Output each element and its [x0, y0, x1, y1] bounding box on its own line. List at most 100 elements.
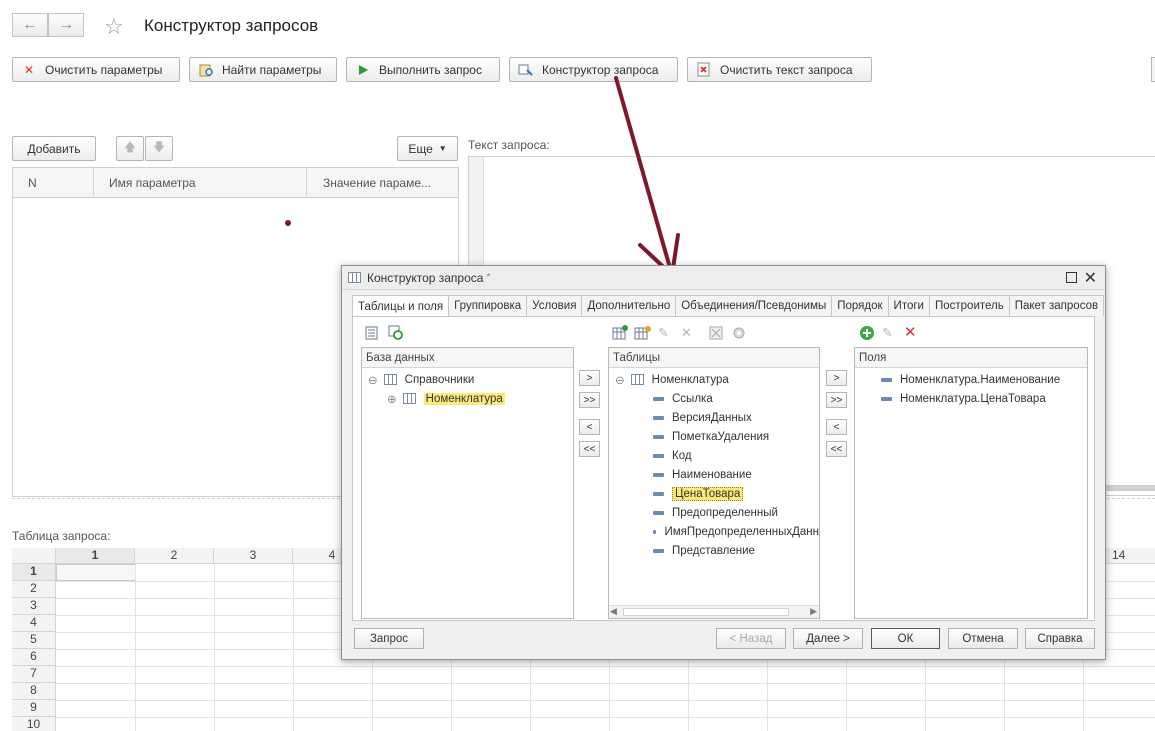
star-icon[interactable]: ☆ — [104, 14, 124, 40]
clear-query-text-button[interactable]: Очистить текст запроса — [687, 57, 872, 82]
collapse-icon[interactable]: ⊖ — [615, 373, 625, 387]
sheet-column-header[interactable]: 14 — [1102, 548, 1155, 564]
selected-cell[interactable] — [56, 564, 136, 581]
cancel-button[interactable]: Отмена — [948, 628, 1018, 649]
field-item[interactable]: Код — [653, 446, 692, 465]
find-params-button[interactable]: Найти параметры — [189, 57, 337, 82]
sheet-row-header[interactable]: 3 — [12, 598, 56, 615]
sheet-row-header[interactable]: 6 — [12, 649, 56, 666]
move-left-button[interactable]: < — [826, 419, 847, 435]
field-icon — [653, 415, 664, 420]
find-table-icon[interactable] — [388, 325, 404, 344]
dialog-title: Конструктор запроса — [367, 270, 484, 285]
field-item[interactable]: Предопределенный — [653, 503, 778, 522]
query-text-scrollbar[interactable] — [1105, 485, 1155, 491]
replace-table-icon[interactable] — [709, 325, 725, 344]
close-icon[interactable]: ✕ — [1084, 268, 1097, 288]
dialog-titlebar[interactable]: Конструктор запроса * — [342, 266, 1105, 290]
arrow-right-icon: → — [58, 16, 74, 33]
field-item[interactable]: Ссылка — [653, 389, 713, 408]
close-icon: ✕ — [23, 62, 35, 77]
move-all-left-button[interactable]: << — [826, 441, 847, 457]
selected-field-item[interactable]: Номенклатура.Наименование — [881, 370, 1060, 389]
scroll-left-icon[interactable]: ◀ — [610, 606, 617, 617]
settings-icon[interactable] — [731, 325, 747, 344]
tables-panel-header: Таблицы — [609, 348, 819, 368]
forward-button[interactable]: → — [48, 13, 84, 37]
table-icon — [630, 374, 644, 385]
move-all-right-button[interactable]: >> — [826, 392, 847, 408]
more-button[interactable]: Еще ▼ — [397, 136, 458, 161]
arrow-up-icon: 🡅 — [123, 140, 137, 154]
add-nested-query-icon[interactable] — [634, 325, 652, 344]
tab-query-batch[interactable]: Пакет запросов — [1008, 295, 1105, 316]
sheet-column-header[interactable]: 1 — [56, 548, 135, 564]
field-icon — [653, 529, 657, 534]
query-button[interactable]: Запрос — [354, 628, 424, 649]
tab-builder[interactable]: Построитель — [928, 295, 1010, 316]
sheet-row-header[interactable]: 1 — [12, 564, 56, 581]
ok-button[interactable]: ОК — [871, 628, 940, 649]
field-item[interactable]: Наименование — [653, 465, 752, 484]
back-button[interactable]: ← — [12, 13, 48, 37]
expand-icon[interactable]: ⊕ — [387, 392, 397, 406]
horizontal-scrollbar[interactable]: ◀ ▶ — [609, 605, 819, 618]
sheet-corner — [12, 548, 56, 564]
collapse-icon[interactable]: ⊖ — [368, 373, 378, 387]
sheet-row-header[interactable]: 5 — [12, 632, 56, 649]
add-table-icon[interactable] — [612, 325, 628, 344]
move-left-button[interactable]: < — [579, 419, 600, 435]
play-icon — [355, 62, 371, 78]
tree-node-table[interactable]: ⊖ Номенклатура — [615, 370, 729, 389]
sheet-row-header[interactable]: 9 — [12, 700, 56, 717]
move-all-left-button[interactable]: << — [579, 441, 600, 457]
sheet-row-header[interactable]: 4 — [12, 615, 56, 632]
sheet-row-header[interactable]: 7 — [12, 666, 56, 683]
sheet-row-header[interactable]: 2 — [12, 581, 56, 598]
field-item[interactable]: ИмяПредопределенныхДанн — [653, 522, 819, 541]
grid-line — [56, 700, 1155, 701]
add-param-button[interactable]: Добавить — [12, 136, 96, 161]
tab-conditions[interactable]: Условия — [526, 295, 583, 316]
field-item[interactable]: ВерсияДанных — [653, 408, 752, 427]
tab-additional[interactable]: Дополнительно — [581, 295, 677, 316]
tab-totals[interactable]: Итоги — [887, 295, 930, 316]
field-item[interactable]: Представление — [653, 541, 755, 560]
next-button[interactable]: Далее > — [793, 628, 863, 649]
sheet-row-header[interactable]: 8 — [12, 683, 56, 700]
tree-node-nomenclature[interactable]: ⊕ Номенклатура — [387, 389, 505, 408]
add-icon[interactable] — [859, 325, 875, 344]
tab-tables-fields[interactable]: Таблицы и поля — [352, 295, 450, 317]
delete-icon[interactable]: ✕ — [904, 323, 917, 341]
clear-params-button[interactable]: ✕ Очистить параметры — [12, 57, 180, 82]
list-icon[interactable] — [364, 325, 380, 344]
edit-icon[interactable]: ✎ — [658, 325, 669, 341]
move-all-right-button[interactable]: >> — [579, 392, 600, 408]
help-button[interactable]: Справка — [1025, 628, 1095, 649]
move-up-button[interactable]: 🡅 — [116, 136, 144, 161]
tab-unions-aliases[interactable]: Объединения/Псевдонимы — [675, 295, 833, 316]
back-button[interactable]: < Назад — [716, 628, 786, 649]
sheet-row-header[interactable]: 10 — [12, 717, 56, 731]
sheet-column-header[interactable]: 3 — [214, 548, 293, 564]
move-right-button[interactable]: > — [579, 370, 600, 386]
move-right-button[interactable]: > — [826, 370, 847, 386]
selected-field-item[interactable]: Номенклатура.ЦенаТовара — [881, 389, 1046, 408]
tab-order[interactable]: Порядок — [831, 295, 889, 316]
table-icon — [383, 374, 397, 385]
maximize-icon[interactable] — [1066, 272, 1077, 283]
scrollbar-thumb[interactable] — [623, 608, 789, 616]
fields-panel-header: Поля — [855, 348, 1087, 368]
toolbar-overflow-button[interactable] — [1151, 57, 1155, 82]
field-item-selected[interactable]: ЦенаТовара — [653, 484, 744, 503]
field-item[interactable]: ПометкаУдаления — [653, 427, 769, 446]
annotation-arrow — [614, 76, 680, 277]
delete-icon[interactable]: ✕ — [681, 325, 692, 341]
edit-icon[interactable]: ✎ — [882, 325, 893, 341]
run-query-button[interactable]: Выполнить запрос — [346, 57, 500, 82]
tree-node-catalogs[interactable]: ⊖ Справочники — [368, 370, 474, 389]
scroll-right-icon[interactable]: ▶ — [810, 606, 817, 617]
move-down-button[interactable]: 🡇 — [145, 136, 173, 161]
tab-grouping[interactable]: Группировка — [448, 295, 528, 316]
sheet-column-header[interactable]: 2 — [135, 548, 214, 564]
